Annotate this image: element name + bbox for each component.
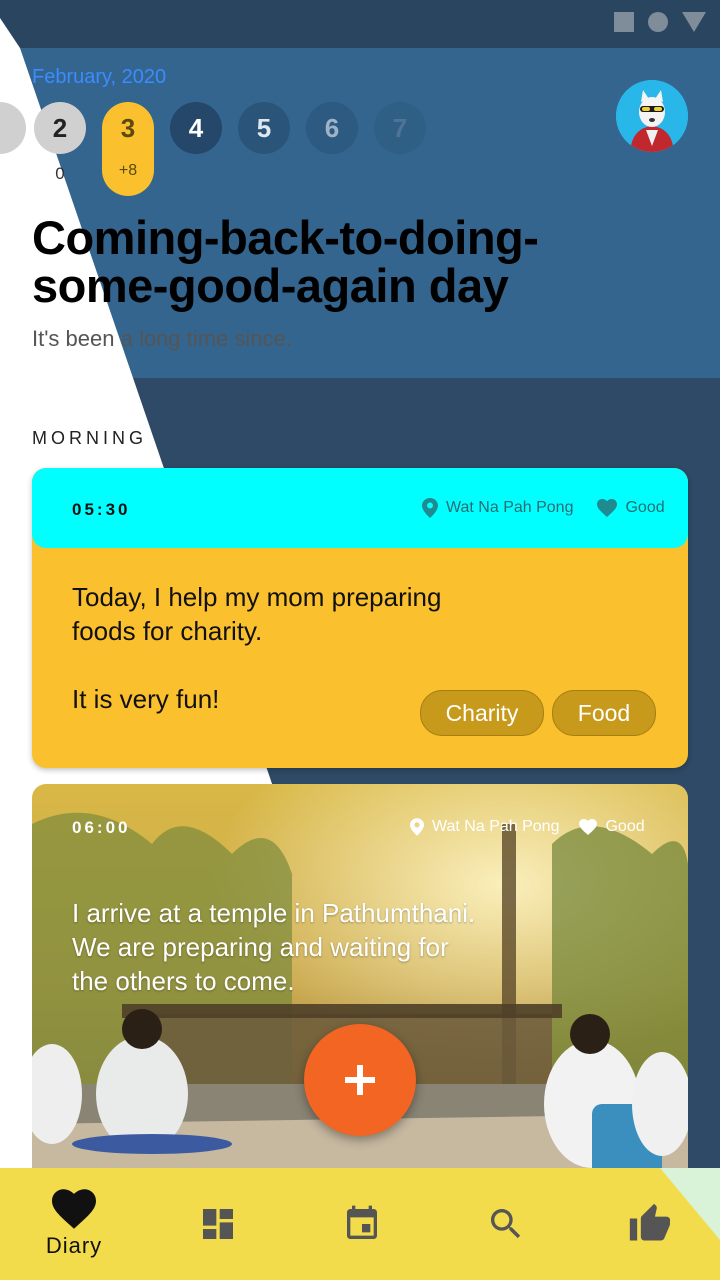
- entry-location: Wat Na Pah Pong: [432, 818, 560, 835]
- day-selector[interactable]: 2 2 0 3 +8 4 5 6 7: [0, 102, 720, 202]
- bottom-navigation: Diary: [0, 1168, 720, 1280]
- nav-item-label: Diary: [45, 1233, 103, 1258]
- month-label: February, 2020: [32, 66, 167, 88]
- square-icon: [614, 12, 634, 32]
- diary-entry-card[interactable]: 05:30 Wat Na Pah Pong Good Today, I help…: [32, 468, 688, 768]
- avatar[interactable]: [616, 80, 688, 152]
- entry-mood: Good: [625, 499, 665, 516]
- entry-meta: Wat Na Pah Pong Good: [410, 818, 645, 836]
- nav-item-calendar[interactable]: [290, 1168, 434, 1280]
- triangle-icon: [682, 12, 706, 32]
- heart-icon: [597, 499, 618, 517]
- entry-text: Today, I help my mom preparing foods for…: [72, 582, 442, 714]
- nav-item-likes[interactable]: [578, 1168, 720, 1280]
- search-icon: [491, 1209, 521, 1239]
- avatar-image: [616, 80, 688, 152]
- page-subtitle: It's been a long time since.: [32, 326, 292, 351]
- day-item[interactable]: 4: [170, 102, 222, 154]
- entry-meta: Wat Na Pah Pong Good: [422, 498, 665, 518]
- entry-text: I arrive at a temple in Pathumthani. We …: [72, 898, 476, 996]
- day-item[interactable]: 6: [306, 102, 358, 154]
- location-pin-icon: [410, 818, 424, 836]
- location-pin-icon: [422, 498, 438, 518]
- plus-icon: [345, 1065, 375, 1095]
- day-item[interactable]: [0, 102, 26, 154]
- day-count: +8: [118, 162, 138, 179]
- day-item[interactable]: 5: [238, 102, 290, 154]
- add-entry-button[interactable]: [304, 1024, 416, 1136]
- nav-item-diary[interactable]: Diary: [2, 1168, 146, 1280]
- calendar-icon: [347, 1205, 377, 1239]
- entry-time: 05:30: [72, 500, 131, 519]
- tag-chip[interactable]: Charity: [420, 690, 544, 736]
- status-bar: [614, 12, 706, 32]
- day-count: 0: [55, 164, 65, 183]
- thumbs-up-icon: [629, 1203, 671, 1241]
- section-label: MORNING: [32, 428, 147, 448]
- tag-chip[interactable]: Food: [552, 690, 656, 736]
- day-count: 2: [0, 164, 8, 184]
- nav-item-dashboard[interactable]: [146, 1168, 290, 1280]
- heart-icon: [52, 1189, 96, 1229]
- entry-mood: Good: [605, 818, 645, 835]
- day-item[interactable]: 2: [34, 102, 86, 154]
- entry-location: Wat Na Pah Pong: [446, 499, 574, 516]
- page-title: Coming-back-to-doing-some-good-again day: [32, 211, 539, 312]
- day-number: 3: [120, 113, 136, 143]
- day-item-selected[interactable]: 3 +8: [102, 102, 154, 196]
- day-item[interactable]: 7: [374, 102, 426, 154]
- nav-item-search[interactable]: [434, 1168, 578, 1280]
- entry-time: 06:00: [72, 818, 131, 837]
- dashboard-icon: [203, 1209, 233, 1239]
- heart-icon: [579, 819, 598, 835]
- circle-icon: [648, 12, 668, 32]
